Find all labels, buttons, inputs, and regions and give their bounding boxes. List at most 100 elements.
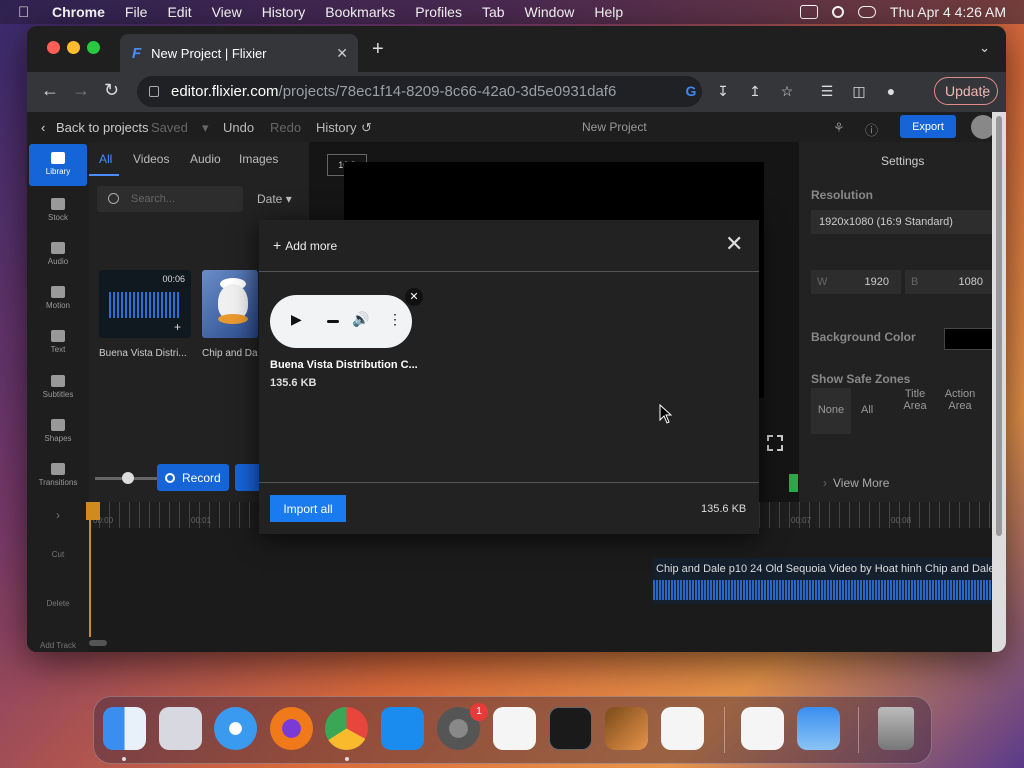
menu-file[interactable]: File: [125, 4, 148, 20]
forward-arrow-icon[interactable]: →: [72, 80, 90, 101]
height-input[interactable]: B 1080: [905, 270, 995, 294]
close-tab-icon[interactable]: ✕: [336, 45, 348, 62]
view-more-link[interactable]: › View More: [823, 476, 889, 490]
menubar-clock[interactable]: Thu Apr 4 4:26 AM: [890, 4, 1006, 20]
record-button[interactable]: Record: [157, 464, 229, 491]
sort-date-dropdown[interactable]: Date ▾: [257, 192, 292, 206]
menu-history[interactable]: History: [262, 4, 306, 20]
reload-icon[interactable]: ↻: [104, 80, 119, 101]
control-center-icon[interactable]: [858, 6, 877, 18]
tab-videos[interactable]: Videos: [133, 152, 169, 166]
chrome-update-button[interactable]: Update ⋮: [934, 77, 998, 105]
progress-bar[interactable]: [327, 320, 339, 323]
page-scrollbar[interactable]: [992, 112, 1006, 652]
history-icon[interactable]: ↺: [361, 120, 372, 136]
terminal-icon[interactable]: [549, 707, 592, 750]
side-panel-icon[interactable]: ◫: [851, 83, 867, 99]
textedit-icon[interactable]: [493, 707, 536, 750]
trash-icon[interactable]: [878, 707, 914, 750]
back-arrow-icon[interactable]: ←: [41, 80, 59, 101]
media-thumb-audio[interactable]: 00:06 +: [99, 270, 191, 338]
menu-app-name[interactable]: Chrome: [52, 4, 105, 20]
redo-button[interactable]: Redo: [270, 120, 301, 135]
screen-mirroring-icon[interactable]: [800, 5, 819, 19]
menu-edit[interactable]: Edit: [167, 4, 191, 20]
tab-all[interactable]: All: [99, 152, 112, 166]
zoom-slider-knob[interactable]: [122, 472, 134, 484]
media-controls-icon[interactable]: ☰: [819, 83, 835, 99]
menu-profiles[interactable]: Profiles: [415, 4, 462, 20]
app-store-icon[interactable]: [381, 707, 424, 750]
back-to-projects-link[interactable]: Back to projects: [56, 120, 149, 135]
timeline-scrollbar[interactable]: [89, 640, 107, 646]
export-button[interactable]: Export: [900, 115, 956, 138]
menu-bookmarks[interactable]: Bookmarks: [325, 4, 395, 20]
nav-transitions[interactable]: Transitions: [29, 455, 87, 497]
safe-zone-title-area[interactable]: Title Area: [897, 388, 933, 412]
garageband-icon[interactable]: [605, 707, 648, 750]
vscode-icon[interactable]: [661, 707, 704, 750]
new-tab-icon[interactable]: +: [372, 38, 384, 61]
close-window-button[interactable]: [47, 41, 60, 54]
nav-text[interactable]: Text: [29, 322, 87, 364]
nav-shapes[interactable]: Shapes: [29, 411, 87, 453]
lock-icon[interactable]: [149, 86, 159, 97]
project-title[interactable]: New Project: [582, 120, 647, 134]
more-vert-icon[interactable]: ⋮: [977, 83, 991, 100]
finder-icon[interactable]: [103, 707, 146, 750]
media-thumb-video[interactable]: [202, 270, 258, 338]
google-lens-icon[interactable]: G: [683, 83, 699, 99]
add-track-tool[interactable]: Add Track: [27, 641, 89, 650]
more-vert-icon[interactable]: ⋮: [388, 311, 402, 328]
minimize-window-button[interactable]: [67, 41, 80, 54]
volume-icon[interactable]: 🔊: [352, 311, 369, 328]
tab-audio[interactable]: Audio: [190, 152, 221, 166]
menu-help[interactable]: Help: [594, 4, 623, 20]
resolution-select[interactable]: 1920x1080 (16:9 Standard): [811, 210, 1001, 234]
visual-studio-icon[interactable]: [741, 707, 784, 750]
undo-button[interactable]: Undo: [223, 120, 254, 135]
library-search-input[interactable]: Search...: [97, 186, 243, 212]
history-button[interactable]: History: [316, 120, 356, 135]
width-input[interactable]: W 1920: [811, 270, 901, 294]
menu-window[interactable]: Window: [525, 4, 575, 20]
address-bar[interactable]: editor.flixier.com/projects/78ec1f14-820…: [137, 76, 702, 107]
chevron-left-icon[interactable]: ‹: [41, 120, 45, 135]
cut-tool[interactable]: Cut: [27, 550, 89, 559]
browser-tab-active[interactable]: F New Project | Flixier ✕: [120, 34, 358, 72]
fullscreen-icon[interactable]: [767, 435, 783, 451]
safari-icon[interactable]: [214, 707, 257, 750]
bell-icon[interactable]: ⚘: [833, 120, 845, 136]
chrome-icon[interactable]: [325, 707, 368, 750]
nav-subtitles[interactable]: Subtitles: [29, 367, 87, 409]
playhead-handle[interactable]: [86, 502, 100, 520]
nav-audio[interactable]: Audio: [29, 234, 87, 276]
help-icon[interactable]: ⓘ: [865, 120, 878, 139]
zoom-window-button[interactable]: [87, 41, 100, 54]
playhead[interactable]: [86, 502, 100, 637]
nav-library[interactable]: Library: [29, 144, 87, 186]
nav-motion[interactable]: Motion: [29, 278, 87, 320]
tab-images[interactable]: Images: [239, 152, 278, 166]
remove-file-icon[interactable]: ✕: [405, 288, 423, 306]
safe-zone-all[interactable]: All: [861, 388, 873, 416]
nav-stock[interactable]: Stock: [29, 190, 87, 232]
import-all-button[interactable]: Import all: [270, 495, 346, 522]
install-app-icon[interactable]: ↧: [715, 83, 731, 99]
add-more-button[interactable]: + Add more: [273, 237, 337, 253]
add-to-timeline-icon[interactable]: +: [174, 320, 181, 334]
launchpad-icon[interactable]: [159, 707, 202, 750]
delete-tool[interactable]: Delete: [27, 599, 89, 608]
safe-zone-action-area[interactable]: Action Area: [939, 388, 981, 412]
apple-icon[interactable]: : [18, 4, 34, 21]
play-icon[interactable]: ▶: [291, 311, 302, 328]
expand-chevron-icon[interactable]: ›: [27, 508, 89, 522]
weather-icon[interactable]: [797, 707, 840, 750]
firefox-icon[interactable]: [270, 707, 313, 750]
safe-zone-none[interactable]: None: [811, 388, 851, 434]
menu-view[interactable]: View: [212, 4, 242, 20]
share-icon[interactable]: ↥: [747, 83, 763, 99]
timeline-clip[interactable]: Chip and Dale p10 24 Old Sequoia Video b…: [653, 558, 995, 604]
menu-tab[interactable]: Tab: [482, 4, 505, 20]
tab-search-chevron-icon[interactable]: ⌄: [979, 40, 990, 56]
